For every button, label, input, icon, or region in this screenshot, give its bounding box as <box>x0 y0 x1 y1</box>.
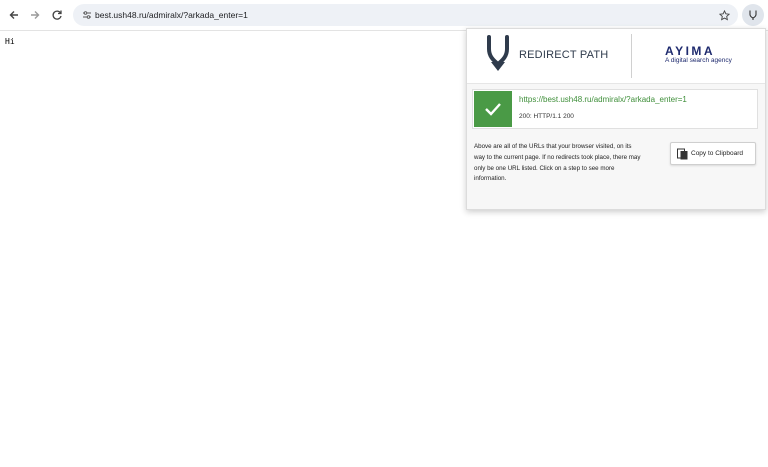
address-bar[interactable]: best.ush48.ru/admiralx/?arkada_enter=1 <box>73 4 738 26</box>
arrow-left-icon <box>9 11 18 19</box>
redirect-path-icon <box>749 10 757 20</box>
url-text[interactable]: best.ush48.ru/admiralx/?arkada_enter=1 <box>95 4 248 26</box>
ayima-tagline: A digital search agency <box>665 57 732 64</box>
browser-toolbar: best.ush48.ru/admiralx/?arkada_enter=1 <box>0 0 768 31</box>
status-badge <box>474 91 512 127</box>
redirect-path-logo-icon <box>487 35 509 71</box>
step-status: 200: HTTP/1.1 200 <box>519 113 574 120</box>
back-button[interactable] <box>4 5 24 25</box>
site-info-button[interactable] <box>79 7 95 23</box>
clipboard-icon <box>677 148 688 159</box>
bookmark-button[interactable] <box>716 7 732 23</box>
brand-name: REDIRECT PATH <box>519 49 609 61</box>
arrow-right-icon <box>31 11 40 19</box>
header-divider <box>631 34 632 78</box>
step-url[interactable]: https://best.ush48.ru/admiralx/?arkada_e… <box>519 95 687 104</box>
tune-icon <box>83 11 91 19</box>
popup-description: Above are all of the URLs that your brow… <box>474 143 641 183</box>
ayima-logo[interactable]: AYIMA <box>665 44 715 58</box>
reload-button[interactable] <box>47 5 67 25</box>
popup-header: REDIRECT PATH AYIMA A digital search age… <box>467 29 765 84</box>
page-body-text: Hi <box>5 37 15 46</box>
redirect-step-card[interactable]: https://best.ush48.ru/admiralx/?arkada_e… <box>472 89 758 129</box>
star-icon <box>718 9 730 21</box>
copy-button-label: Copy to Clipboard <box>691 150 744 157</box>
checkmark-icon <box>485 103 501 116</box>
reload-icon <box>52 10 62 20</box>
forward-button[interactable] <box>25 5 45 25</box>
redirect-path-popup: REDIRECT PATH AYIMA A digital search age… <box>466 28 766 210</box>
redirect-path-extension-button[interactable] <box>742 4 764 26</box>
copy-to-clipboard-button[interactable]: Copy to Clipboard <box>670 142 756 165</box>
